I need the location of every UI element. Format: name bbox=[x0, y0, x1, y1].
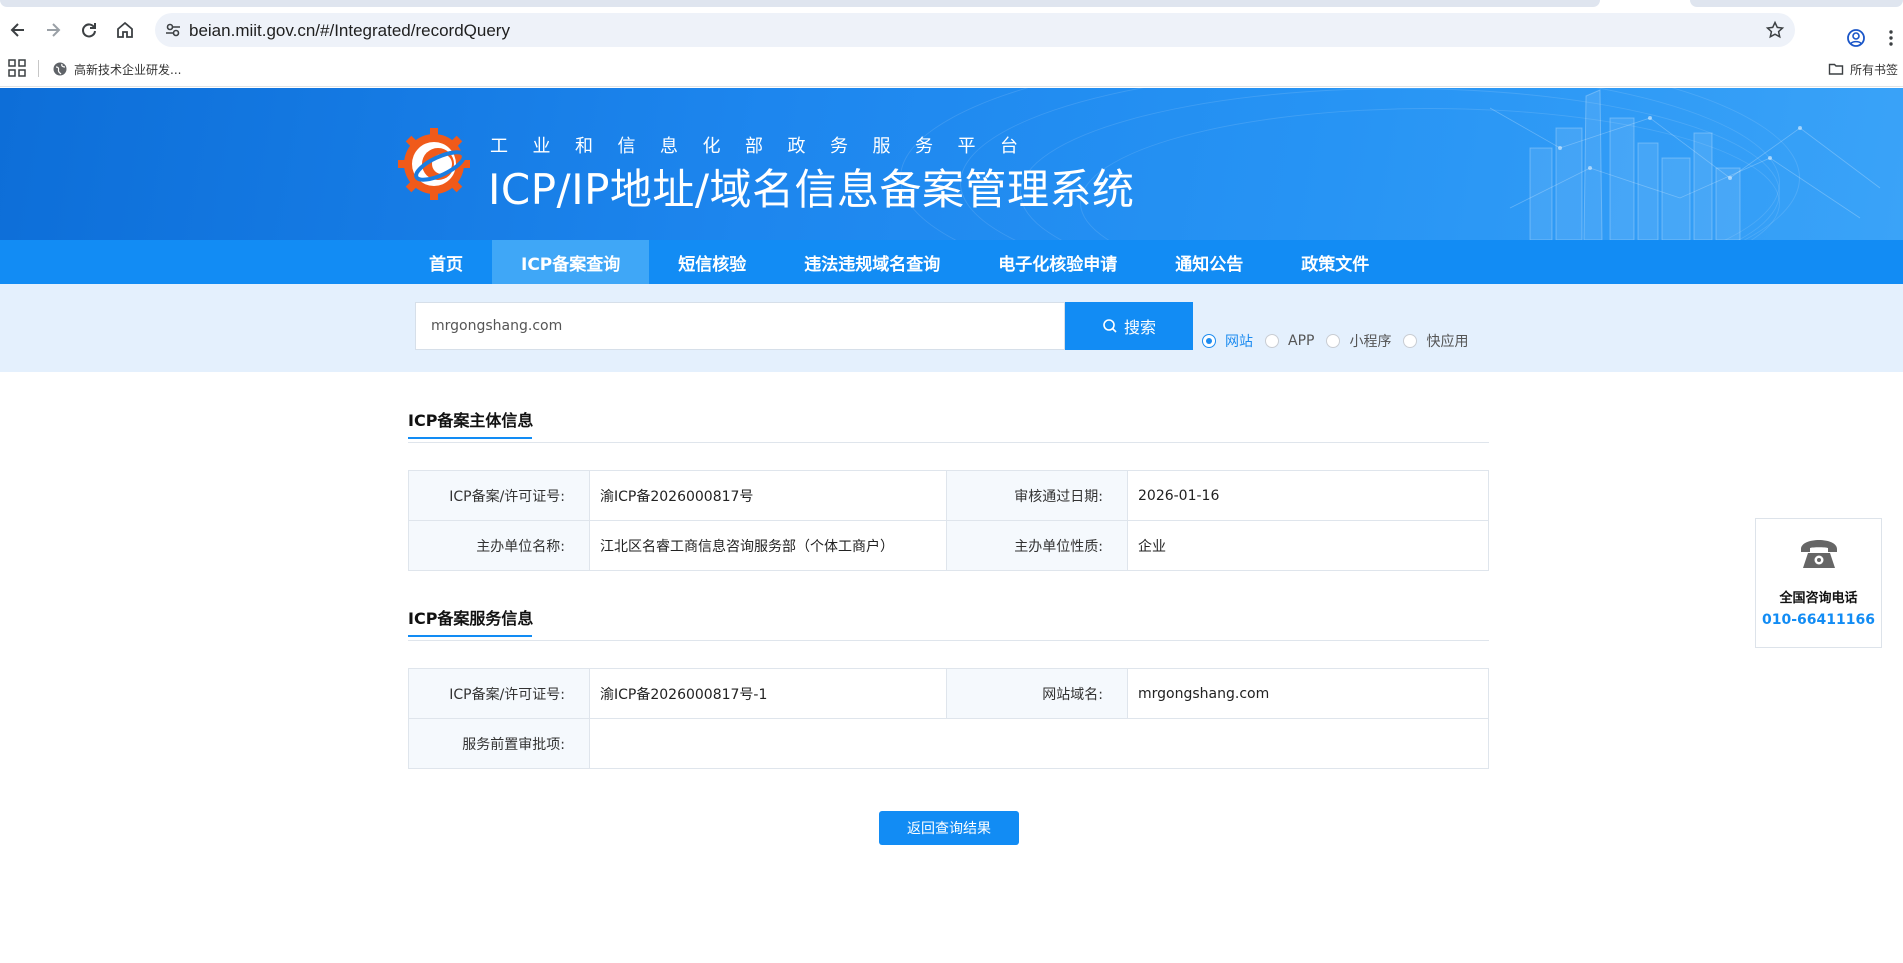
table-value: mrgongshang.com bbox=[1127, 668, 1489, 719]
home-icon[interactable] bbox=[111, 16, 139, 44]
banner-subtitle: 工业和信息化部政务服务平台 bbox=[490, 136, 1043, 157]
forward-arrow-icon[interactable] bbox=[39, 16, 67, 44]
profile-icon[interactable] bbox=[1842, 24, 1870, 52]
search-area: 搜索 网站 APP 小程序 快应用 bbox=[0, 284, 1903, 372]
table-label: 服务前置审批项: bbox=[408, 718, 590, 769]
radio-label: 快应用 bbox=[1426, 334, 1469, 350]
section-title-text: ICP备案主体信息 bbox=[408, 411, 534, 430]
radio-dot bbox=[1265, 334, 1279, 348]
hotline-label: 全国咨询电话 bbox=[1779, 591, 1858, 606]
section-title-text: ICP备案服务信息 bbox=[408, 609, 534, 628]
all-bookmarks-label: 所有书签 bbox=[1850, 62, 1899, 77]
nav-home[interactable]: 首页 bbox=[400, 240, 492, 284]
subject-info-table: ICP备案/许可证号: 渝ICP备2026000817号 审核通过日期: 202… bbox=[408, 470, 1489, 571]
browser-menu-icon[interactable] bbox=[1882, 24, 1900, 52]
table-value: 企业 bbox=[1127, 520, 1489, 571]
table-value: 渝ICP备2026000817号-1 bbox=[589, 668, 947, 719]
bookmark-label: 高新技术企业研发... bbox=[74, 62, 182, 77]
radio-dot bbox=[1326, 334, 1341, 348]
bookmarks-bar: 高新技术企业研发... 所有书签 bbox=[0, 51, 1903, 87]
table-label: 主办单位名称: bbox=[408, 520, 590, 571]
nav-electronic-verify-apply[interactable]: 电子化核验申请 bbox=[969, 240, 1146, 284]
nav-policy-documents[interactable]: 政策文件 bbox=[1272, 240, 1398, 284]
site-banner: 工业和信息化部政务服务平台 ICP/IP地址/域名信息备案管理系统 bbox=[0, 88, 1903, 240]
banner-title: ICP/IP地址/域名信息备案管理系统 bbox=[488, 165, 1135, 214]
apps-grid-icon[interactable] bbox=[8, 59, 26, 77]
search-button-label: 搜索 bbox=[1123, 320, 1156, 337]
hotline-number[interactable]: 010-66411166 bbox=[1756, 612, 1881, 628]
telephone-icon bbox=[1801, 540, 1837, 568]
table-value: 江北区名睿工商信息咨询服务部（个体工商户） bbox=[589, 520, 947, 571]
table-row: 服务前置审批项: bbox=[408, 718, 1489, 769]
table-label: ICP备案/许可证号: bbox=[408, 470, 590, 521]
globe-icon bbox=[53, 62, 67, 76]
nav-announcements[interactable]: 通知公告 bbox=[1146, 240, 1272, 284]
radio-label: 网站 bbox=[1225, 334, 1253, 350]
service-info-table: ICP备案/许可证号: 渝ICP备2026000817号-1 网站域名: mrg… bbox=[408, 668, 1489, 769]
page-content: 工业和信息化部政务服务平台 ICP/IP地址/域名信息备案管理系统 首页 ICP… bbox=[0, 88, 1903, 963]
nav-illegal-domain-query[interactable]: 违法违规域名查询 bbox=[775, 240, 969, 284]
table-value: 渝ICP备2026000817号 bbox=[589, 470, 947, 521]
back-arrow-icon[interactable] bbox=[4, 16, 32, 44]
radio-dot bbox=[1202, 334, 1216, 348]
radio-mini-program[interactable]: 小程序 bbox=[1326, 331, 1391, 351]
url-text[interactable]: beian.miit.gov.cn/#/Integrated/recordQue… bbox=[189, 21, 510, 41]
service-section-title: ICP备案服务信息 bbox=[408, 605, 534, 637]
all-bookmarks[interactable]: 所有书签 bbox=[1828, 57, 1898, 81]
search-button[interactable]: 搜索 bbox=[1065, 302, 1193, 350]
section-title-underline bbox=[408, 437, 532, 439]
address-bar[interactable]: beian.miit.gov.cn/#/Integrated/recordQue… bbox=[155, 13, 1795, 47]
bookmark-item[interactable]: 高新技术企业研发... bbox=[52, 57, 181, 81]
table-label: 主办单位性质: bbox=[946, 520, 1128, 571]
nav-icp-query[interactable]: ICP备案查询 bbox=[492, 240, 650, 284]
search-icon bbox=[1103, 319, 1117, 333]
reload-icon[interactable] bbox=[75, 16, 103, 44]
radio-app[interactable]: APP bbox=[1265, 331, 1314, 351]
radio-label: 小程序 bbox=[1349, 334, 1392, 350]
search-type-options: 网站 APP 小程序 快应用 bbox=[1202, 331, 1468, 351]
hotline-widget: 全国咨询电话 010-66411166 bbox=[1755, 518, 1882, 648]
table-label: 审核通过日期: bbox=[946, 470, 1128, 521]
tab-strip bbox=[0, 0, 1903, 8]
table-value bbox=[589, 718, 1489, 769]
table-row: 主办单位名称: 江北区名睿工商信息咨询服务部（个体工商户） 主办单位性质: 企业 bbox=[408, 520, 1489, 571]
section-divider bbox=[408, 442, 1489, 443]
radio-quick-app[interactable]: 快应用 bbox=[1403, 331, 1468, 351]
back-to-results-button[interactable]: 返回查询结果 bbox=[879, 811, 1019, 845]
city-skyline-illustration bbox=[1489, 89, 1881, 240]
site-info-icon[interactable] bbox=[163, 20, 183, 40]
radio-website[interactable]: 网站 bbox=[1202, 331, 1253, 351]
search-input[interactable] bbox=[415, 302, 1065, 350]
table-row: ICP备案/许可证号: 渝ICP备2026000817号-1 网站域名: mrg… bbox=[408, 668, 1489, 719]
table-value: 2026-01-16 bbox=[1127, 470, 1489, 521]
main-navigation: 首页 ICP备案查询 短信核验 违法违规域名查询 电子化核验申请 通知公告 政策… bbox=[0, 240, 1903, 284]
miit-gear-logo bbox=[398, 128, 470, 200]
section-title-underline bbox=[408, 635, 532, 637]
table-row: ICP备案/许可证号: 渝ICP备2026000817号 审核通过日期: 202… bbox=[408, 470, 1489, 521]
tab-strip-bar bbox=[0, 0, 1600, 7]
bookmarks-divider bbox=[38, 60, 39, 77]
section-divider bbox=[408, 640, 1489, 641]
tab-strip-bar-right bbox=[1690, 0, 1903, 7]
table-label: ICP备案/许可证号: bbox=[408, 668, 590, 719]
folder-icon bbox=[1828, 63, 1844, 75]
nav-sms-verify[interactable]: 短信核验 bbox=[649, 240, 775, 284]
subject-section-title: ICP备案主体信息 bbox=[408, 407, 534, 439]
bookmark-star-icon[interactable] bbox=[1765, 20, 1785, 40]
browser-toolbar: beian.miit.gov.cn/#/Integrated/recordQue… bbox=[0, 8, 1903, 51]
radio-label: APP bbox=[1288, 333, 1315, 349]
table-label: 网站域名: bbox=[946, 668, 1128, 719]
radio-dot bbox=[1403, 334, 1418, 348]
